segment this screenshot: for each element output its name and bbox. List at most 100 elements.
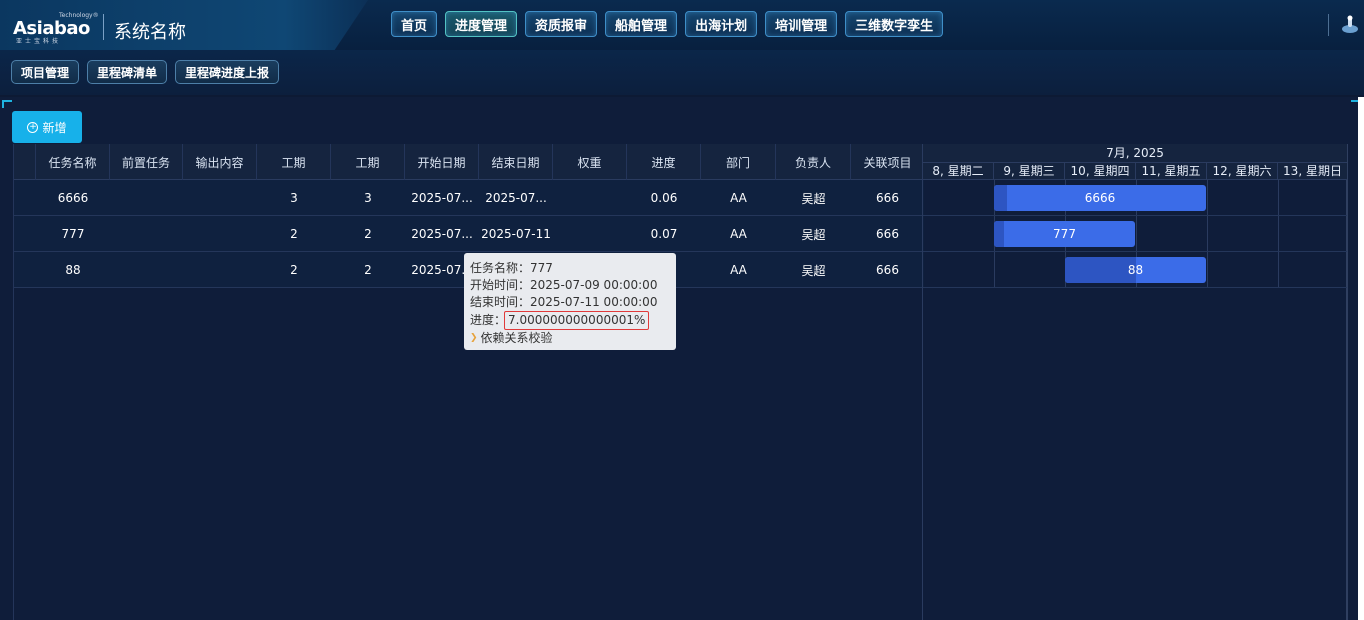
cell-output [183, 180, 257, 216]
header-divider [103, 14, 104, 40]
cell-related-project: 666 [876, 227, 899, 241]
cell-start-date: 2025-07... [411, 191, 473, 205]
logo-chinese: 亚士宝科技 [16, 38, 62, 45]
cell-duration-1: 3 [290, 191, 298, 205]
task-tooltip: 任务名称：777 开始时间：2025-07-09 00:00:00 结束时间：2… [464, 253, 676, 350]
page-scrollbar[interactable] [1358, 97, 1364, 620]
col-output[interactable]: 输出内容 [183, 144, 257, 180]
gantt-bar-progress [1065, 257, 1136, 283]
add-button-label: 新增 [42, 120, 67, 135]
plus-circle-icon: + [27, 121, 39, 133]
gantt-bar[interactable]: 777 [994, 221, 1135, 247]
cell-task-name: 777 [61, 227, 85, 241]
cell-related-project: 666 [876, 263, 899, 277]
gantt-day: 9, 星期三 [994, 163, 1065, 180]
add-button[interactable]: + 新增 [12, 111, 82, 143]
tooltip-progress: 进度： 7.000000000000001% [470, 311, 670, 330]
task-table: 任务名称 前置任务 输出内容 工期 工期 开始日期 结束日期 权重 进度 部门 … [13, 144, 924, 620]
col-handle [14, 144, 36, 180]
cell-owner: 吴超 [801, 227, 826, 242]
gantt-day: 10, 星期四 [1065, 163, 1136, 180]
cell-output [183, 252, 257, 288]
col-weight[interactable]: 权重 [553, 144, 627, 180]
cell-task-name: 88 [65, 263, 81, 277]
tooltip-progress-label: 进度： [470, 313, 507, 327]
subnav-milestone-report[interactable]: 里程碑进度上报 [175, 60, 280, 84]
nav-sea-plan[interactable]: 出海计划 [685, 11, 758, 37]
cell-duration-2: 2 [364, 227, 372, 241]
gantt-day: 13, 星期日 [1283, 164, 1342, 178]
gantt-row [923, 216, 1347, 252]
table-header: 任务名称 前置任务 输出内容 工期 工期 开始日期 结束日期 权重 进度 部门 … [14, 144, 924, 180]
cell-progress: 0.07 [650, 227, 678, 241]
cell-department: AA [730, 263, 747, 277]
col-start-date[interactable]: 开始日期 [405, 144, 479, 180]
cell-owner: 吴超 [801, 191, 826, 206]
cell-task-name: 6666 [57, 191, 89, 205]
nav-vessel-management[interactable]: 船舶管理 [605, 11, 678, 37]
col-related-project[interactable]: 关联项目 [851, 144, 924, 180]
gantt-month: 7月, 2025 [923, 144, 1347, 162]
nav-training-management[interactable]: 培训管理 [765, 11, 838, 37]
col-predecessor[interactable]: 前置任务 [110, 144, 183, 180]
gantt-bar-label: 88 [1127, 263, 1144, 277]
main-nav: 首页 进度管理 资质报审 船舶管理 出海计划 培训管理 三维数字孪生 [391, 11, 944, 37]
tooltip-task-name: 任务名称：777 [470, 261, 553, 275]
table-row[interactable]: 6666 3 3 2025-07... 2025-07... 0.06 AA 吴… [14, 180, 924, 216]
cell-output [183, 216, 257, 252]
tooltip-end-time: 结束时间：2025-07-11 00:00:00 [470, 295, 658, 309]
gantt-bar-progress [994, 221, 1004, 247]
gantt-day: 12, 星期六 [1207, 163, 1278, 180]
company-logo[interactable]: Technology® Asiabao 亚士宝科技 [13, 12, 99, 45]
cell-related-project: 666 [876, 191, 899, 205]
gantt-day: 8, 星期二 [923, 163, 994, 180]
system-title: 系统名称 [114, 22, 186, 43]
gantt-day: 11, 星期五 [1136, 163, 1207, 180]
cell-progress: 0.06 [650, 191, 678, 205]
col-owner[interactable]: 负责人 [776, 144, 851, 180]
table-row[interactable]: 777 2 2 2025-07... 2025-07-11 0.07 AA 吴超… [14, 216, 924, 252]
cell-duration-2: 2 [364, 263, 372, 277]
cell-duration-1: 2 [290, 227, 298, 241]
nav-digital-twin[interactable]: 三维数字孪生 [845, 11, 944, 37]
cell-weight [553, 180, 627, 216]
cell-predecessor [110, 180, 183, 216]
cell-duration-2: 3 [364, 191, 372, 205]
sub-nav: 项目管理 里程碑清单 里程碑进度上报 [11, 60, 280, 84]
tooltip-check-label: 依赖关系校验 [480, 331, 553, 345]
gantt-bar[interactable]: 6666 [994, 185, 1206, 211]
cell-weight [553, 216, 627, 252]
cell-department: AA [730, 227, 747, 241]
cell-department: AA [730, 191, 747, 205]
tooltip-dependency-check[interactable]: ❯ 依赖关系校验 [470, 330, 670, 347]
user-icon[interactable] [1339, 13, 1361, 35]
tooltip-start-time: 开始时间：2025-07-09 00:00:00 [470, 278, 658, 292]
cell-start-date: 2025-07... [411, 227, 473, 241]
subnav-milestone-list[interactable]: 里程碑清单 [87, 60, 168, 84]
col-duration-1[interactable]: 工期 [257, 144, 331, 180]
cell-owner: 吴超 [801, 263, 826, 278]
col-task-name[interactable]: 任务名称 [36, 144, 110, 180]
nav-progress-management[interactable]: 进度管理 [445, 11, 518, 37]
frame-corner-tl [2, 100, 12, 108]
nav-qualification-review[interactable]: 资质报审 [525, 11, 598, 37]
gantt-bar-label: 777 [1053, 227, 1076, 241]
col-progress[interactable]: 进度 [627, 144, 701, 180]
col-duration-2[interactable]: 工期 [331, 144, 405, 180]
gantt-bar-label: 6666 [1084, 191, 1116, 205]
tooltip-progress-value: 7.000000000000001% [504, 311, 650, 330]
col-end-date[interactable]: 结束日期 [479, 144, 553, 180]
chevron-right-icon: ❯ [470, 333, 478, 343]
cell-duration-1: 2 [290, 263, 298, 277]
gantt-chart: 7月, 2025 8, 星期二 9, 星期三 10, 星期四 11, 星期五 1… [922, 144, 1348, 620]
header-separator [1328, 14, 1329, 36]
cell-predecessor [110, 252, 183, 288]
cell-predecessor [110, 216, 183, 252]
subnav-project-management[interactable]: 项目管理 [11, 60, 80, 84]
gantt-day-header: 8, 星期二 9, 星期三 10, 星期四 11, 星期五 12, 星期六 13… [923, 162, 1347, 180]
nav-home[interactable]: 首页 [391, 11, 438, 37]
cell-end-date: 2025-07-11 [481, 227, 551, 241]
col-department[interactable]: 部门 [701, 144, 776, 180]
gantt-bar-progress [994, 185, 1007, 211]
gantt-bar[interactable]: 88 [1065, 257, 1206, 283]
